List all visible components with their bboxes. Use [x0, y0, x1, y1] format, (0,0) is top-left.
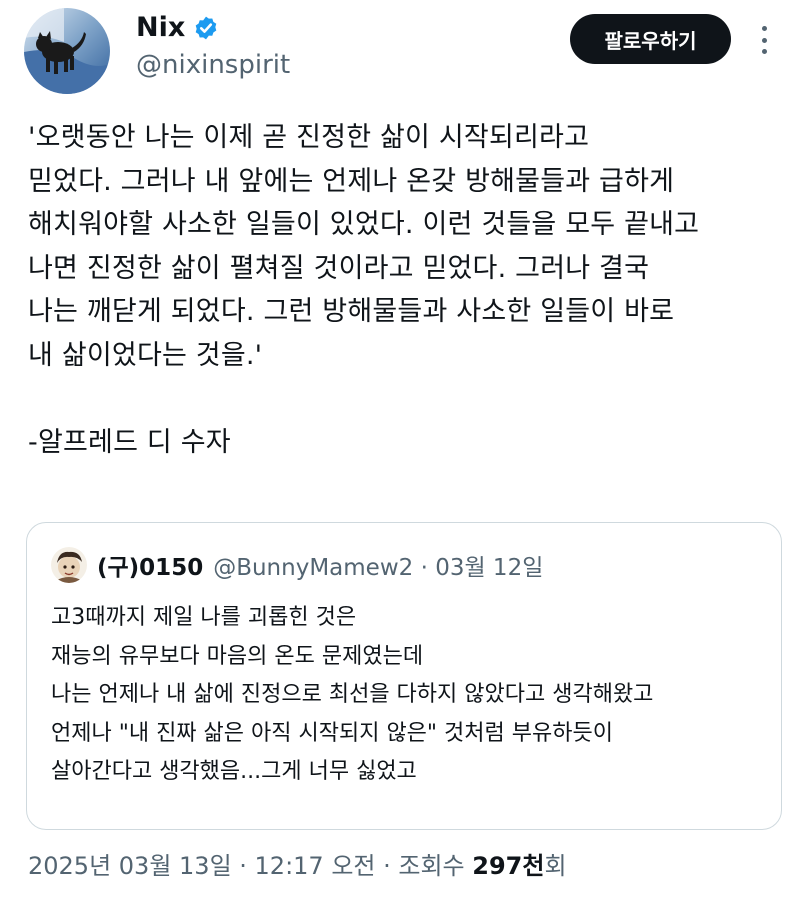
- quote-handle-date: @BunnyMamew2 · 03월 12일: [213, 555, 544, 581]
- tweet-line: 내 삶이었다는 것을.': [28, 339, 263, 371]
- author-avatar[interactable]: [24, 8, 110, 94]
- more-dot: [761, 26, 767, 31]
- author-name[interactable]: Nix: [136, 12, 185, 43]
- quote-line: 언제나 "내 진짜 삶은 아직 시작되지 않은" 것처럼 부유하듯이: [51, 720, 613, 746]
- view-count: 297천: [472, 852, 545, 880]
- tweet-header: Nix @nixinspirit 팔로우하기: [0, 0, 807, 100]
- quote-line: 나는 언제나 내 삶에 진정으로 최선을 다하지 않았다고 생각해왔고: [51, 682, 654, 707]
- tweet-line: 믿었다. 그러나 내 앞에는 언제나 온갖 방해물들과 급하게: [28, 165, 675, 197]
- tweet-line: 나면 진정한 삶이 펼쳐질 것이라고 믿었다. 그러나 결국: [28, 252, 650, 284]
- tweet-line: -알프레드 디 수자: [28, 426, 231, 458]
- quote-text: 고3때까지 제일 나를 괴롭힌 것은 재능의 유무보다 마음의 온도 문제였는데…: [51, 599, 761, 792]
- quote-line: 재능의 유무보다 마음의 온도 문제였는데: [51, 643, 424, 669]
- more-dot: [761, 37, 767, 43]
- quote-avatar-image: [51, 547, 87, 583]
- view-suffix: 회: [544, 852, 567, 880]
- follow-button[interactable]: 팔로우하기: [570, 14, 731, 64]
- quote-line: 살아간다고 생각했음...그게 너무 싫었고: [51, 759, 417, 784]
- more-dot: [761, 49, 767, 54]
- quote-line: 고3때까지 제일 나를 괴롭힌 것은: [51, 605, 357, 630]
- quote-avatar[interactable]: [51, 547, 87, 583]
- quote-header: (구)0150 @BunnyMamew2 · 03월 12일: [51, 547, 543, 583]
- tweet-line: 나는 깨닫게 되었다. 그런 방해물들과 사소한 일들이 바로: [28, 296, 675, 327]
- tweet-line: 해치워야할 사소한 일들이 있었다. 이런 것들을 모두 끝내고: [28, 209, 700, 240]
- tweet-line: [28, 377, 788, 421]
- tweet-datetime[interactable]: 2025년 03월 13일 · 12:17 오전 · 조회수: [28, 852, 472, 880]
- author-handle[interactable]: @nixinspirit: [136, 50, 290, 80]
- more-vertical-icon[interactable]: [754, 22, 774, 58]
- verified-badge-icon: [193, 15, 219, 41]
- tweet-meta: 2025년 03월 13일 · 12:17 오전 · 조회수 297천회: [28, 846, 567, 881]
- quote-author-name[interactable]: (구)0150: [97, 548, 203, 582]
- author-name-row: Nix: [136, 12, 219, 43]
- quoted-tweet[interactable]: (구)0150 @BunnyMamew2 · 03월 12일 고3때까지 제일 …: [26, 522, 782, 830]
- tweet-text: '오랫동안 나는 이제 곧 진정한 삶이 시작되리라고 믿었다. 그러나 내 앞…: [28, 116, 788, 464]
- avatar-image: [24, 8, 110, 94]
- tweet-line: '오랫동안 나는 이제 곧 진정한 삶이 시작되리라고: [28, 122, 590, 153]
